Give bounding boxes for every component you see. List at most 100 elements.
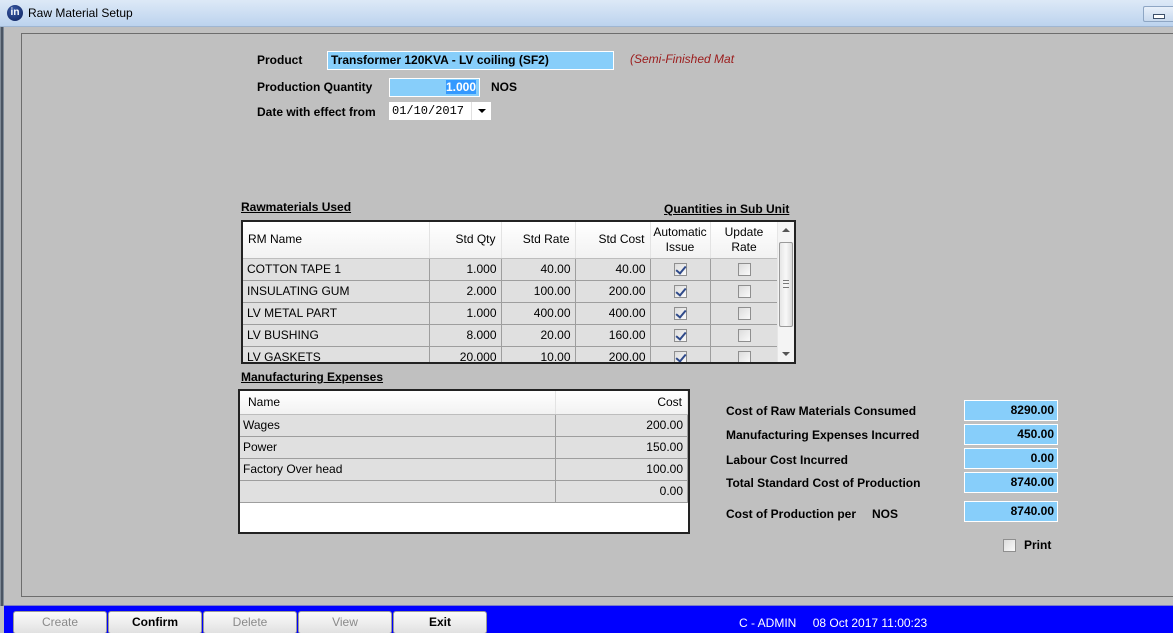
automatic-issue-checkbox[interactable] [673,351,687,362]
header-row: RM Name Std Qty Std Rate Std Cost Automa… [243,222,779,259]
rawmaterials-grid: RM Name Std Qty Std Rate Std Cost Automa… [243,222,779,362]
update-rate-checkbox[interactable] [737,263,751,277]
col-automatic-issue[interactable]: Automatic Issue [650,222,711,259]
rm-name-cell[interactable]: LV GASKETS [243,346,430,362]
std-cost-cell[interactable]: 40.00 [575,258,651,281]
std-rate-cell[interactable]: 20.00 [501,324,576,347]
rawmaterials-table: RM Name Std Qty Std Rate Std Cost Automa… [241,220,796,364]
view-button[interactable]: View [298,611,392,633]
scroll-up-icon[interactable] [782,228,790,232]
expense-name-cell[interactable]: Wages [240,414,557,437]
date-picker[interactable]: 01/10/2017 [388,101,492,121]
rm-table-row[interactable]: COTTON TAPE 1 1.000 40.00 40.00 [243,258,779,281]
print-label: Print [1024,538,1052,552]
col-std-cost[interactable]: Std Cost [575,222,651,259]
create-button[interactable]: Create [13,611,107,633]
automatic-issue-checkbox[interactable] [673,329,687,343]
expense-table-row[interactable]: Wages 200.00 [240,414,688,437]
expense-cost-cell[interactable]: 100.00 [555,458,688,481]
automatic-issue-checkbox-cell [650,302,711,325]
quantities-sub-unit-link[interactable]: Quantities in Sub Unit [664,202,789,216]
in-logo-icon: in [7,5,23,21]
std-qty-cell[interactable]: 1.000 [429,258,502,281]
rm-table-row[interactable]: LV METAL PART 1.000 400.00 400.00 [243,302,779,325]
automatic-issue-checkbox-cell [650,258,711,281]
col-automatic-issue-line1: Automatic [653,224,707,239]
status-datetime: 08 Oct 2017 11:00:23 [812,616,928,630]
std-cost-cell[interactable]: 160.00 [575,324,651,347]
std-rate-cell[interactable]: 400.00 [501,302,576,325]
print-option[interactable]: Print [1003,538,1051,552]
std-rate-cell[interactable]: 40.00 [501,258,576,281]
total-cost-label: Total Standard Cost of Production [726,476,921,490]
automatic-issue-checkbox[interactable] [673,307,687,321]
scroll-down-icon[interactable] [782,352,790,356]
std-cost-cell[interactable]: 200.00 [575,280,651,303]
production-quantity-label: Production Quantity [257,80,373,94]
rm-name-cell[interactable]: COTTON TAPE 1 [243,258,430,281]
col-std-qty[interactable]: Std Qty [429,222,502,259]
expense-table-row[interactable]: Power 150.00 [240,436,688,459]
scroll-thumb[interactable] [779,242,793,327]
expense-cost-cell[interactable]: 200.00 [555,414,688,437]
automatic-issue-checkbox[interactable] [673,285,687,299]
std-rate-cell[interactable]: 10.00 [501,346,576,362]
col-cost[interactable]: Cost [555,391,688,415]
update-rate-checkbox-cell [710,346,779,362]
expense-name-cell[interactable]: Power [240,436,557,459]
rm-name-cell[interactable]: LV BUSHING [243,324,430,347]
expense-table-row[interactable]: 0.00 [240,480,688,503]
automatic-issue-checkbox[interactable] [673,263,687,277]
mfg-expenses-field: 450.00 [964,424,1058,445]
expense-name-cell[interactable]: Factory Over head [240,458,557,481]
update-rate-checkbox[interactable] [737,351,751,362]
update-rate-checkbox[interactable] [737,307,751,321]
raw-materials-cost-label: Cost of Raw Materials Consumed [726,404,917,418]
rm-name-cell[interactable]: INSULATING GUM [243,280,430,303]
col-automatic-issue-line2: Issue [665,239,695,254]
col-update-rate-line2: Rate [731,239,757,254]
rm-table-row[interactable]: LV BUSHING 8.000 20.00 160.00 [243,324,779,347]
std-rate-cell[interactable]: 100.00 [501,280,576,303]
labour-cost-field: 0.00 [964,448,1058,469]
expense-name-cell[interactable] [240,480,557,503]
production-quantity-field[interactable]: 1.000 [389,78,480,97]
print-checkbox[interactable] [1003,538,1016,552]
manufacturing-expenses-title: Manufacturing Expenses [241,370,384,384]
automatic-issue-checkbox-cell [650,280,711,303]
rm-table-row[interactable]: INSULATING GUM 2.000 100.00 200.00 [243,280,779,303]
exit-button[interactable]: Exit [393,611,487,633]
std-cost-cell[interactable]: 400.00 [575,302,651,325]
minimize-button[interactable] [1143,6,1173,22]
col-rm-name[interactable]: RM Name [243,222,430,259]
update-rate-checkbox-cell [710,258,779,281]
update-rate-checkbox[interactable] [737,329,751,343]
expense-table-row[interactable]: Factory Over head 100.00 [240,458,688,481]
expense-cost-cell[interactable]: 150.00 [555,436,688,459]
std-qty-cell[interactable]: 20.000 [429,346,502,362]
col-std-rate[interactable]: Std Rate [501,222,576,259]
confirm-button[interactable]: Confirm [108,611,202,633]
date-value: 01/10/2017 [392,104,465,118]
std-qty-cell[interactable]: 8.000 [429,324,502,347]
std-qty-cell[interactable]: 1.000 [429,302,502,325]
chevron-down-icon[interactable] [471,102,491,120]
rm-table-row[interactable]: LV GASKETS 20.000 10.00 200.00 [243,346,779,362]
rm-name-cell[interactable]: LV METAL PART [243,302,430,325]
std-qty-cell[interactable]: 2.000 [429,280,502,303]
automatic-issue-checkbox-cell [650,324,711,347]
expense-cost-cell[interactable]: 0.00 [555,480,688,503]
rawmaterials-title: Rawmaterials Used [241,200,352,214]
raw-materials-cost-field: 8290.00 [964,400,1058,421]
date-label: Date with effect from [257,105,376,119]
product-field[interactable]: Transformer 120KVA - LV coiling (SF2) [327,51,614,70]
std-cost-cell[interactable]: 200.00 [575,346,651,362]
delete-button[interactable]: Delete [203,611,297,633]
col-name[interactable]: Name [240,391,557,415]
expenses-grid: Name Cost Wages 200.00 Power 150.00 Factory … [240,391,688,503]
quantity-unit-label: NOS [491,80,518,94]
update-rate-checkbox[interactable] [737,285,751,299]
rawmaterials-scrollbar[interactable] [777,222,794,362]
col-update-rate[interactable]: Update Rate [710,222,779,259]
cost-per-unit-field: 8740.00 [964,501,1058,522]
